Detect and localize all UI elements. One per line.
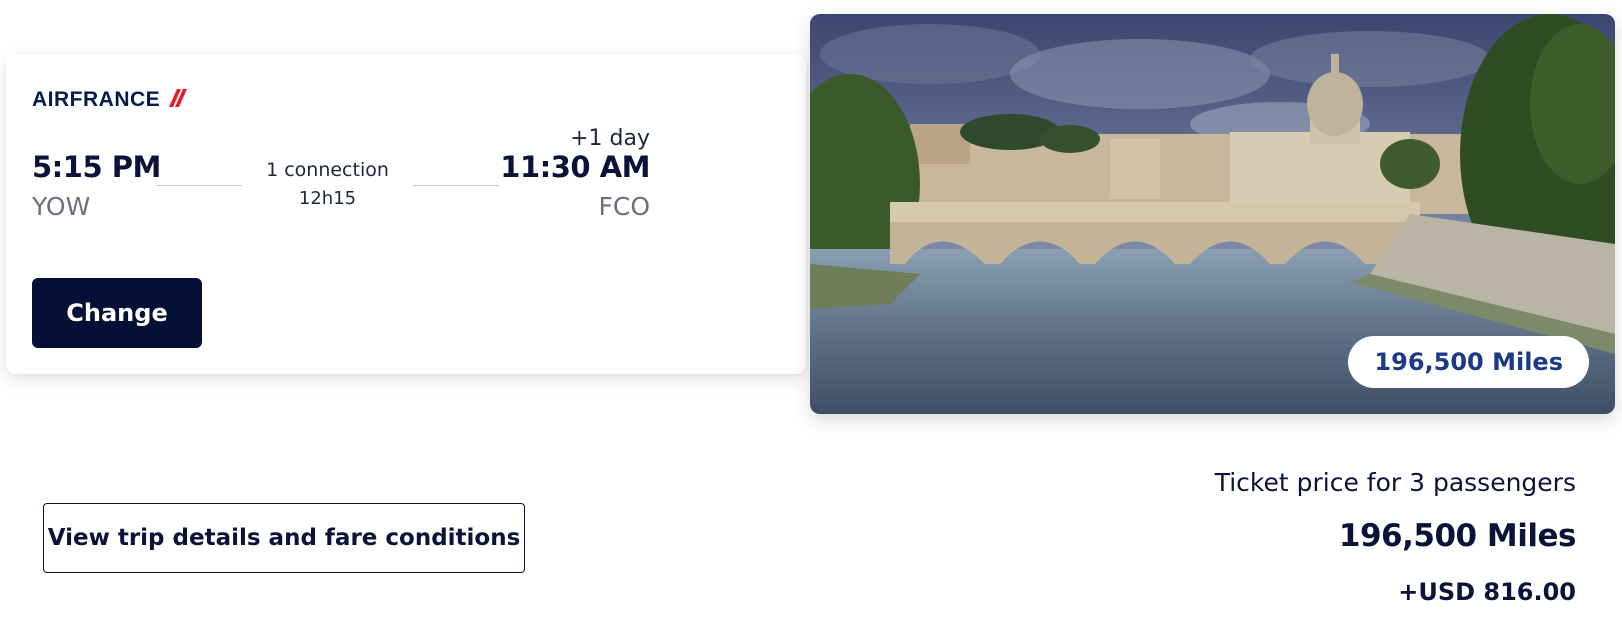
flight-duration: 12h15 [298,188,357,209]
day-offset: +1 day [570,126,650,151]
ticket-price-label: Ticket price for 3 passengers [1214,468,1576,497]
ticket-price-usd: +USD 816.00 [1398,578,1576,606]
departure-airport-code: YOW [32,192,91,221]
ticket-price-miles: 196,500 Miles [1338,518,1577,554]
departure-time: 5:15 PM [32,150,161,184]
change-button[interactable]: Change [32,278,202,348]
route-line-right [413,185,499,186]
arrival-time: 11:30 AM [500,150,650,184]
airfrance-stripe-icon [163,89,188,111]
flight-card: AIRFRANCE 5:15 PM YOW 1 connection 12h15… [6,54,806,374]
trip-details-button[interactable]: View trip details and fare conditions [43,503,525,573]
connection-count: 1 connection [266,159,389,181]
arrival-airport-code: FCO [598,192,650,221]
miles-badge: 196,500 Miles [1348,336,1589,388]
airline-name: AIRFRANCE [32,88,161,111]
airline-logo: AIRFRANCE [32,88,188,112]
route-line-left [156,185,242,186]
destination-image: 196,500 Miles [810,14,1615,414]
